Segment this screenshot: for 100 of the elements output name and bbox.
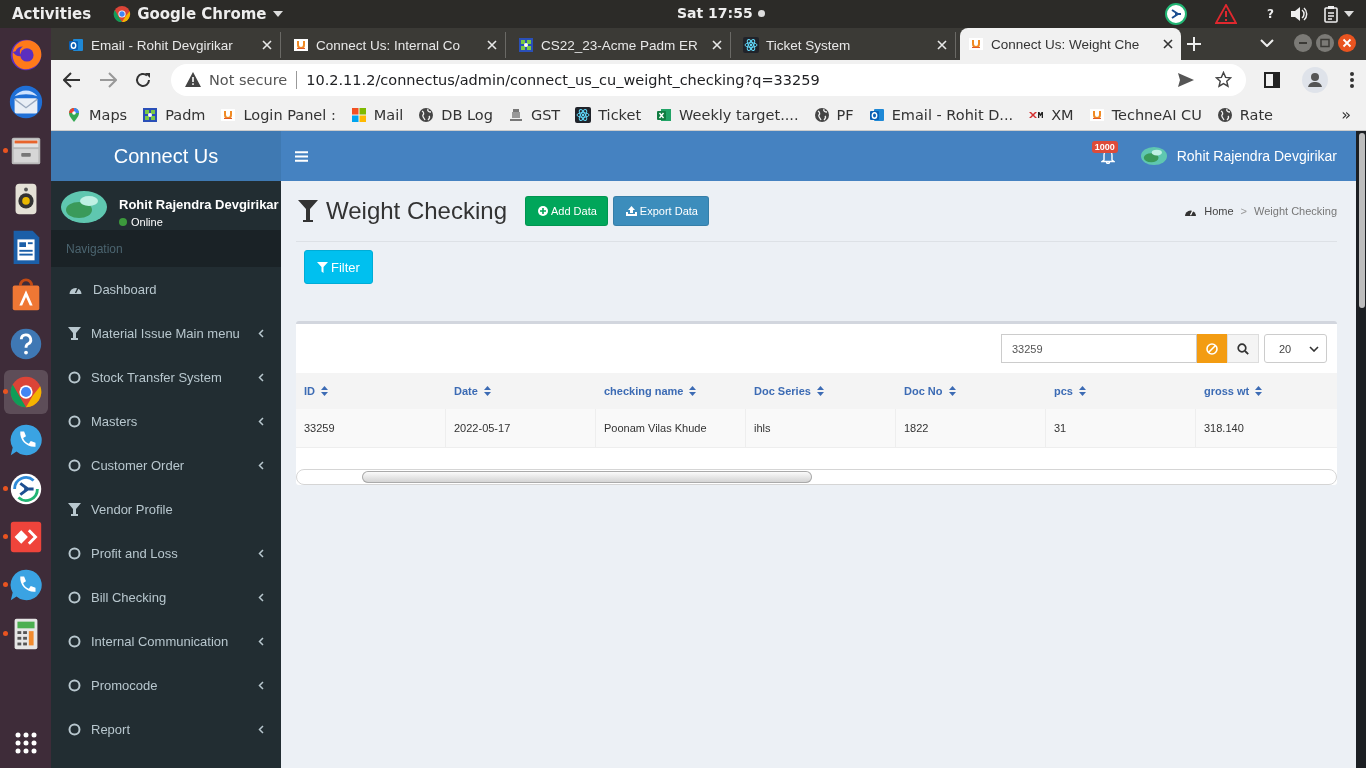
page-size-select[interactable]: 20: [1264, 334, 1327, 363]
avatar-icon: [61, 191, 107, 223]
search-button[interactable]: [1227, 334, 1259, 363]
menu-item[interactable]: Profit and Loss: [51, 531, 281, 575]
action-button[interactable]: Export Data: [612, 196, 709, 226]
column-header[interactable]: gross wt: [1196, 373, 1337, 409]
table-cell: 2022-05-17: [446, 409, 596, 447]
circle-icon: [68, 458, 81, 472]
breadcrumb-link[interactable]: Home: [1204, 205, 1234, 217]
menu-item[interactable]: Bill Checking: [51, 575, 281, 619]
browser-tab[interactable]: CS22_23-Acme Padm ER: [510, 32, 731, 58]
side-panel-icon[interactable]: [1264, 71, 1280, 88]
menu-item[interactable]: Report: [51, 707, 281, 751]
nav-header: Navigation: [51, 230, 281, 267]
bookmark[interactable]: TechneAI CU: [1088, 106, 1202, 123]
menu-item[interactable]: Masters: [51, 399, 281, 443]
address-bar[interactable]: Not secure 10.2.11.2/connectus/admin/connect_us_cu_weight_checking?q=33259: [171, 63, 1246, 96]
scrollbar[interactable]: [1356, 131, 1366, 768]
security-label: Not secure: [209, 70, 298, 89]
star-icon[interactable]: [1215, 71, 1232, 88]
browser-icon: [113, 5, 132, 23]
emblem-icon: [507, 106, 524, 123]
column-header[interactable]: Doc No: [896, 373, 1046, 409]
close-icon[interactable]: [1163, 39, 1173, 49]
browser-tab[interactable]: Email - Rohit Devgirikar: [60, 32, 281, 58]
minimize-icon[interactable]: [1294, 34, 1312, 52]
bookmark[interactable]: Ticket: [575, 106, 642, 123]
help-indicator[interactable]: ?: [1267, 7, 1274, 21]
menu-item[interactable]: Customer Order: [51, 443, 281, 487]
menu-item[interactable]: Promocode: [51, 663, 281, 707]
bookmark[interactable]: PF: [813, 106, 854, 123]
column-header[interactable]: Date: [446, 373, 596, 409]
logo-icon: [968, 36, 984, 52]
sort-icon: [948, 386, 956, 396]
mail-app-icon: [868, 106, 885, 123]
close-icon[interactable]: [1338, 34, 1356, 52]
globe-icon: [813, 106, 830, 123]
menu-item[interactable]: Dashboard: [51, 267, 281, 311]
plus-circle-icon: [538, 206, 548, 216]
chevron-down-icon[interactable]: [1260, 39, 1274, 47]
column-header[interactable]: ID: [296, 373, 446, 409]
search-field[interactable]: 33259: [1001, 334, 1197, 363]
browser-tab[interactable]: Connect Us: Weight Che: [960, 28, 1181, 60]
activities-button[interactable]: Activities: [12, 5, 92, 23]
grid-logo-icon: [518, 37, 534, 53]
reload-icon[interactable]: [135, 71, 151, 88]
breadcrumb-separator: >: [1240, 205, 1248, 217]
bookmark[interactable]: DB Log: [418, 106, 493, 123]
bookmark[interactable]: Mail: [350, 106, 404, 123]
column-header[interactable]: Doc Series: [746, 373, 896, 409]
browser-tab[interactable]: Ticket System: [735, 32, 956, 58]
bookmark[interactable]: Padm: [142, 106, 206, 123]
more-icon[interactable]: [1350, 71, 1354, 88]
volume-icon[interactable]: [1290, 6, 1308, 22]
app-menu[interactable]: Google Chrome: [137, 5, 267, 23]
new-tab-icon[interactable]: [1187, 37, 1201, 51]
send-icon[interactable]: [1177, 71, 1195, 88]
clipboard-icon[interactable]: [1324, 5, 1338, 23]
browser-tab[interactable]: Connect Us: Internal Co: [285, 32, 506, 58]
back-icon[interactable]: [63, 71, 81, 88]
scrollbar[interactable]: [296, 469, 1337, 485]
bookmark[interactable]: Rate: [1216, 106, 1273, 123]
bookmark[interactable]: XM: [1028, 106, 1074, 123]
bookmark[interactable]: Login Panel :: [220, 106, 336, 123]
table-cell: ihls: [746, 409, 896, 447]
column-header[interactable]: checking name: [596, 373, 746, 409]
status-dot-icon: [119, 218, 127, 226]
circle-icon: [68, 546, 81, 560]
sort-icon: [1078, 386, 1086, 396]
sort-icon: [321, 386, 328, 396]
sort-icon: [483, 386, 491, 396]
menu-item[interactable]: Internal Communication: [51, 619, 281, 663]
menu-item[interactable]: Material Issue Main menu: [51, 311, 281, 355]
funnel-icon: [298, 200, 318, 222]
caret-icon[interactable]: [272, 11, 283, 17]
column-header[interactable]: pcs: [1046, 373, 1196, 409]
bookmark[interactable]: Email - Rohit D...: [868, 106, 1014, 123]
profile-icon[interactable]: [1302, 66, 1328, 93]
clock[interactable]: Sat 17:55: [677, 5, 753, 21]
caret-icon[interactable]: [1344, 11, 1354, 17]
dock-launcher[interactable]: [3, 370, 48, 415]
upload-icon: [625, 206, 637, 216]
logo-icon: [1088, 106, 1105, 123]
menu-item[interactable]: Vendor Profile: [51, 487, 281, 531]
atom-icon: [743, 37, 759, 53]
app-grid-icon[interactable]: [14, 732, 37, 754]
menu-item[interactable]: Stock Transfer System: [51, 355, 281, 399]
circle-icon: [68, 722, 81, 736]
menu-icon[interactable]: [295, 150, 308, 162]
status-label: Online: [131, 216, 163, 228]
bookmark[interactable]: GST: [507, 106, 561, 123]
page-title: Weight Checking: [326, 197, 507, 225]
app-indicator-icon[interactable]: [1165, 3, 1188, 25]
bookmarks-more[interactable]: »: [1341, 105, 1351, 124]
globe-icon: [418, 106, 435, 123]
atom-icon: [575, 106, 592, 123]
bookmark[interactable]: Maps: [66, 106, 128, 123]
user-menu[interactable]: Rohit Rajendra Devgirikar: [1176, 148, 1337, 164]
warning-icon[interactable]: [1215, 4, 1238, 24]
bookmark[interactable]: Weekly target....: [656, 106, 799, 123]
